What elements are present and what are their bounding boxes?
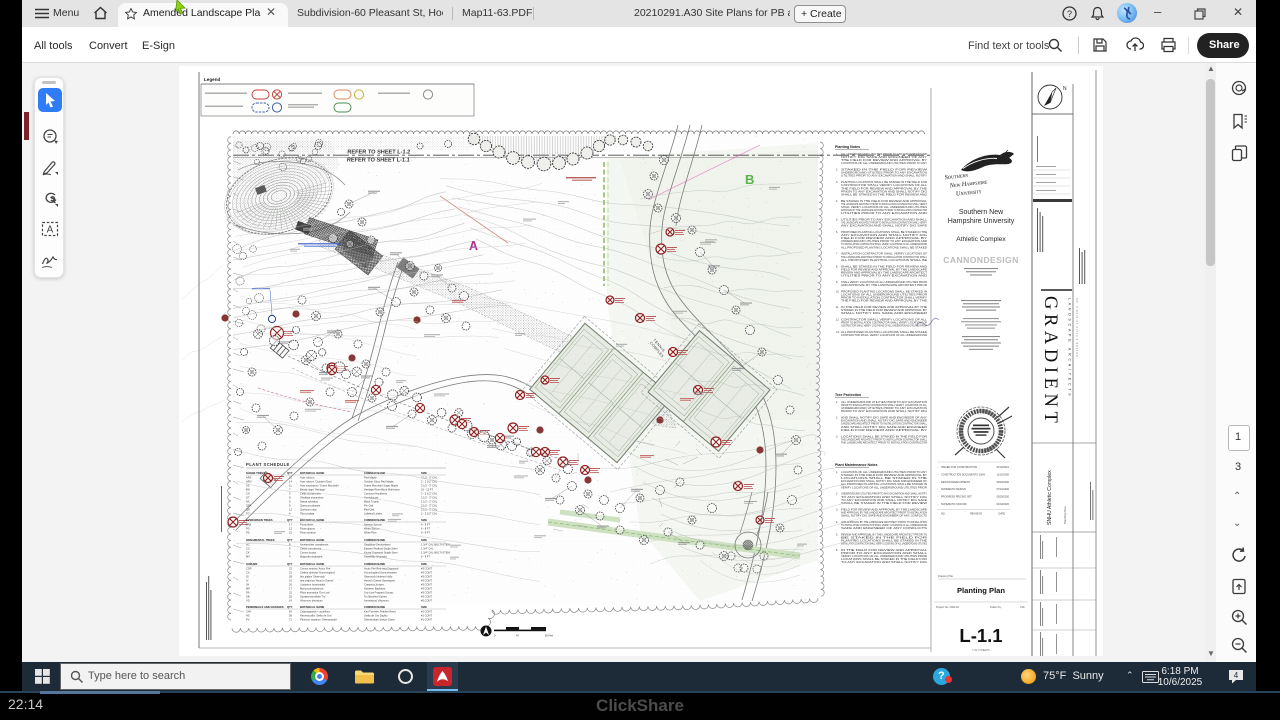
svg-text:ISSUED FOR CONSTRUCTION: ISSUED FOR CONSTRUCTION [941,466,977,469]
svg-text:#1 CONT: #1 CONT [421,609,432,613]
svg-text:CAK: CAK [246,609,252,613]
svg-text:11.: 11. [836,306,840,309]
svg-text:12.: 12. [836,319,840,322]
svg-text:2.: 2. [836,493,838,496]
svg-text:09/18/2020: 09/18/2020 [996,481,1009,484]
svg-text:DATE: DATE [999,512,1006,515]
svg-text:CONTRACTOR SHALL VERIFY LOCATI: CONTRACTOR SHALL VERIFY LOCATIONS OF ALL… [841,325,927,328]
svg-text:1.: 1. [836,471,838,474]
svg-text:GRADIENT: GRADIENT [1040,296,1060,427]
svg-text:INSTALLATION CONTRACTOR SHALL: INSTALLATION CONTRACTOR SHALL VERIFY LOC… [841,543,927,546]
svg-text:SCHEMATIC DESIGN: SCHEMATIC DESIGN [941,488,966,491]
svg-text:Legend: Legend [204,77,221,82]
svg-text:ALL PROPOSED PLANTING LOCATION: ALL PROPOSED PLANTING LOCATIONS SHALL BE [841,259,928,262]
svg-text:4: 4 [1234,671,1239,680]
svg-text:05/29/2020: 05/29/2020 [996,496,1009,499]
svg-text:Tree Protection: Tree Protection [835,393,861,397]
svg-text:Southern New: Southern New [959,209,1004,216]
svg-text:4.: 4. [836,521,838,524]
svg-text:01/22/2021: 01/22/2021 [996,466,1009,469]
svg-text:NO. 5 MAIN ST SUITE 2 BOSTO: NO. 5 MAIN ST SUITE 2 BOSTON [1075,298,1078,357]
svg-text:4.: 4. [836,200,838,203]
svg-text:80 Feet: 80 Feet [545,635,553,638]
svg-text:#1 CONT: #1 CONT [421,617,432,621]
svg-text:Hampshire University: Hampshire University [948,218,1015,225]
svg-text:AND APPROVAL BY THE LANDSCAPE: AND APPROVAL BY THE LANDSCAPE ARCHITECT … [841,284,927,287]
svg-text:Shenandoah Switch Grass: Shenandoah Switch Grass [364,617,395,621]
svg-text:Athletic Complex: Athletic Complex [956,236,1006,243]
svg-text:7.: 7. [836,253,838,256]
svg-text:Drawn by:: Drawn by: [990,605,1002,609]
svg-text:A: A [47,225,54,236]
svg-text:6.: 6. [836,549,838,552]
svg-text:9.: 9. [836,281,838,284]
svg-text:11/20/2020: 11/20/2020 [997,473,1010,476]
svg-text:FIELD FOR REVIEW AND APPROVAL: FIELD FOR REVIEW AND APPROVAL BY [841,429,928,432]
svg-text:1 OF 3 SHEETS: 1 OF 3 SHEETS [972,649,990,652]
svg-text:TO ANY EXCAVATION AND SHALL NO: TO ANY EXCAVATION AND SHALL NOTIFY DIG [841,561,927,564]
svg-text:Planting Plan: Planting Plan [1063,506,1067,524]
svg-text:NO.: NO. [941,512,946,515]
svg-text:ALL PROPOSED PLANTING LOCATION: ALL PROPOSED PLANTING LOCATIONS SHALL BE… [841,246,927,249]
svg-text:SAFE AND ENGINEER OF ANY CONFL: SAFE AND ENGINEER OF ANY CONFLICTS [841,527,928,530]
svg-text:THE FIELD FOR REVIEW AND APPRO: THE FIELD FOR REVIEW AND APPROVAL BY THE [841,300,928,303]
svg-text:UTILITIES PRIOR TO ANY EXCAVAT: UTILITIES PRIOR TO ANY EXCAVATION AND [841,212,927,215]
svg-text:Drawing Title: Drawing Title [938,574,954,578]
svg-text:10.: 10. [836,290,840,293]
svg-text:UTILITIES PRIOR TO ANY EXCAVAT: UTILITIES PRIOR TO ANY EXCAVATION AND SH… [841,175,927,178]
svg-text:REVISION: REVISION [970,512,982,515]
svg-text:SHALL BE STAKED IN THE FIELD F: SHALL BE STAKED IN THE FIELD FOR REVIEW [841,502,928,505]
svg-text:2.: 2. [836,169,838,172]
svg-text:CONTRACTOR SHALL VERIFY LOCATI: CONTRACTOR SHALL VERIFY LOCATIONS OF ALL… [841,334,927,337]
svg-text:SHALL NOTIFY DIG SAFE AND ENGI: SHALL NOTIFY DIG SAFE AND ENGINEER [841,312,927,315]
svg-text:Project No. 2004.02: Project No. 2004.02 [936,605,959,609]
svg-text:DESIGN DEVELOPMENT: DESIGN DEVELOPMENT [941,481,971,484]
svg-text:SHALL NOTIFY DIG SAFE AND ENGI: SHALL NOTIFY DIG SAFE AND ENGINEER OF AN… [841,514,927,517]
svg-text:Chk: Chk [1020,605,1025,609]
svg-text:?: ? [1067,9,1072,19]
svg-text:SHALL BE STAKED IN THE FIELD F: SHALL BE STAKED IN THE FIELD FOR REVIEW … [841,193,927,196]
svg-text:CONSTRUCTION DOCUMENTS 100%: CONSTRUCTION DOCUMENTS 100% [941,473,986,476]
svg-text:LOCATIONS OF ALL UNDERGROUND U: LOCATIONS OF ALL UNDERGROUND UTILITIES P… [841,162,927,165]
svg-text:07/10/2020: 07/10/2020 [996,488,1009,491]
svg-text:13.: 13. [836,331,840,334]
svg-text:SCHEMATIC KICKOFF: SCHEMATIC KICKOFF [941,503,968,506]
svg-text:5.: 5. [836,533,838,536]
svg-text:Hemerocallis 'Stella de Oro': Hemerocallis 'Stella de Oro' [300,613,332,617]
svg-text:Panicum virgatum 'Shenandoah': Panicum virgatum 'Shenandoah' [300,617,338,621]
svg-text:1.: 1. [836,401,838,404]
svg-text:L-1.1: L-1.1 [959,625,1002,646]
svg-text:CANNONDESIGN: CANNONDESIGN [943,255,1018,265]
svg-text:VERIFY LOCATIONS OF ALL UNDERG: VERIFY LOCATIONS OF ALL UNDERGROUND UTIL… [841,486,927,489]
svg-text:UTILITIES PRIOR TO ANY EXCAVAT: UTILITIES PRIOR TO ANY EXCAVATION AND [841,274,927,277]
svg-text:6.: 6. [836,231,838,234]
svg-text:SNHU Athletic Complex: SNHU Athletic Complex [1047,470,1053,525]
svg-text:Planting Notes: Planting Notes [835,145,860,149]
svg-text:1.: 1. [836,153,838,156]
svg-text:2.: 2. [836,417,838,420]
svg-text:5.: 5. [836,219,838,222]
svg-text:Calamagrostis x acutiflora: Calamagrostis x acutiflora [300,609,330,613]
svg-text:LANDSCAPE ARCHITECTS: LANDSCAPE ARCHITECTS [1068,298,1072,398]
svg-text:HS: HS [246,613,250,617]
svg-text:PV: PV [246,617,250,621]
svg-text:04/03/2020: 04/03/2020 [996,503,1009,506]
svg-text:N: N [1063,86,1067,92]
svg-text:THE LANDSCAPE ARCHITECT PRIOR: THE LANDSCAPE ARCHITECT PRIOR TO INSTALL… [841,441,927,444]
svg-text:3.: 3. [836,181,838,184]
svg-text:PROGRESS PRICING SET: PROGRESS PRICING SET [941,496,972,499]
svg-text:Karl Foerster Feather Reed: Karl Foerster Feather Reed [364,609,396,613]
svg-text:PRIOR TO ANY EXCAVATION AND SH: PRIOR TO ANY EXCAVATION AND SHALL NOTIFY… [841,410,927,413]
svg-text:8.: 8. [836,265,838,268]
svg-text:ANY EXCAVATION AND SHALL NOTIF: ANY EXCAVATION AND SHALL NOTIFY DIG SAFE [841,225,928,228]
svg-text:3.: 3. [836,435,838,438]
svg-text:Planting Plan: Planting Plan [957,586,1005,595]
svg-text:3.: 3. [836,508,838,511]
svg-text:Stella de Oro Daylily: Stella de Oro Daylily [364,613,388,617]
svg-text:Plant Maintenance Notes: Plant Maintenance Notes [835,463,878,467]
svg-text:#1 CONT: #1 CONT [421,613,432,617]
